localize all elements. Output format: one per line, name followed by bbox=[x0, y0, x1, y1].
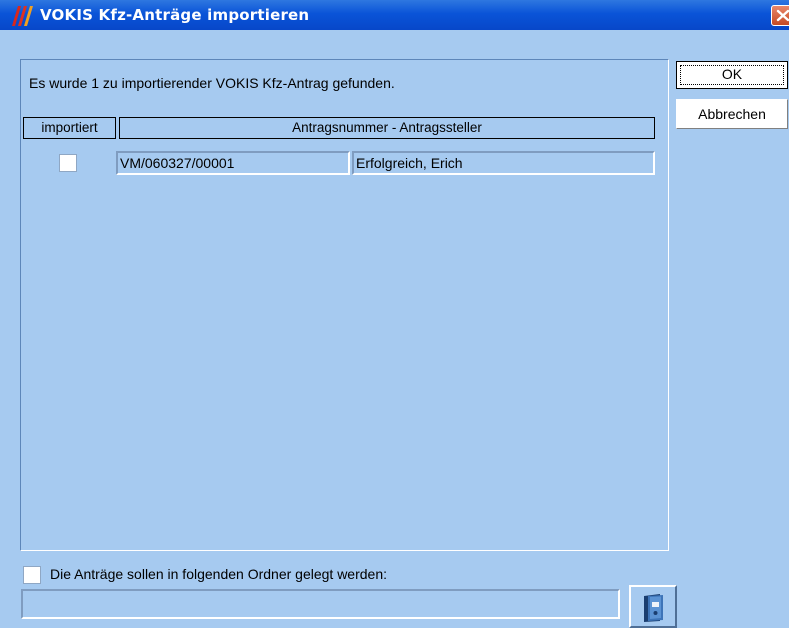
window-title: VOKIS Kfz-Anträge importieren bbox=[40, 6, 310, 24]
column-header-antrag[interactable]: Antragsnummer - Antragssteller bbox=[119, 117, 655, 139]
column-header-imported[interactable]: importiert bbox=[23, 117, 116, 139]
title-bar[interactable]: VOKIS Kfz-Anträge importieren bbox=[0, 0, 789, 30]
row-imported-checkbox[interactable] bbox=[59, 154, 77, 172]
folder-checkbox-label: Die Anträge sollen in folgenden Ordner g… bbox=[50, 566, 387, 582]
browse-folder-button[interactable] bbox=[629, 585, 677, 628]
import-dialog: VOKIS Kfz-Anträge importieren Es wurde 1… bbox=[0, 0, 789, 628]
folder-binder-icon bbox=[644, 594, 663, 622]
antragsnummer-cell[interactable]: VM/060327/00001 bbox=[116, 151, 350, 175]
vokis-logo-icon bbox=[12, 6, 33, 26]
cancel-button[interactable]: Abbrechen bbox=[676, 99, 788, 129]
info-message: Es wurde 1 zu importierender VOKIS Kfz-A… bbox=[29, 75, 395, 91]
folder-checkbox[interactable] bbox=[23, 566, 41, 584]
focus-rectangle bbox=[680, 65, 784, 85]
folder-path-field[interactable] bbox=[21, 589, 620, 619]
ok-button[interactable]: OK bbox=[676, 61, 788, 89]
close-icon bbox=[776, 9, 789, 22]
close-button[interactable] bbox=[771, 5, 789, 26]
cancel-button-label: Abbrechen bbox=[698, 106, 766, 122]
antragssteller-cell[interactable]: Erfolgreich, Erich bbox=[352, 151, 655, 175]
